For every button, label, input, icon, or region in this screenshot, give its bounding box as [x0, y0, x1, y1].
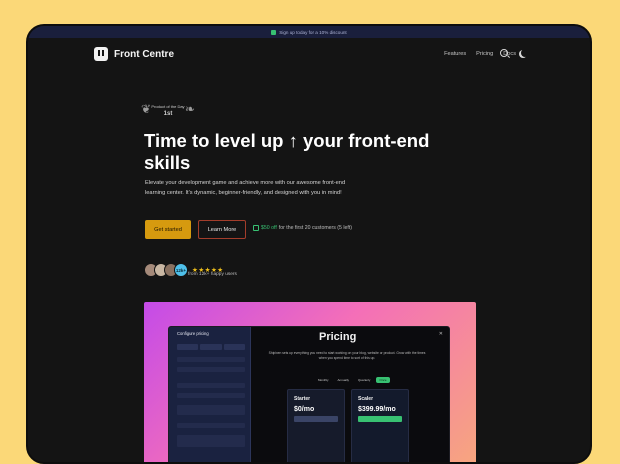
toggle-once: Once: [376, 377, 390, 383]
hero-subtitle: Elevate your development game and achiev…: [145, 180, 346, 196]
config-row: [177, 357, 245, 362]
product-preview: Configure pricing ✕ Pricing Shipixen set…: [144, 302, 476, 462]
config-row: [177, 393, 245, 398]
pricing-subtitle: Shipixen sets up everything you need to …: [268, 351, 426, 360]
get-started-button[interactable]: Get started: [145, 220, 191, 239]
plan-price: $399.99/mo: [358, 406, 396, 413]
announcement-text: Sign up today for a 10% discount: [279, 29, 347, 35]
laurel-left-icon: ❦: [141, 102, 152, 116]
config-row: [177, 367, 245, 372]
happy-users-text: from 12k+ happy users: [188, 272, 237, 277]
plan-price: $0/mo: [294, 406, 315, 413]
pricing-title: Pricing: [319, 331, 357, 343]
plan-button: [358, 416, 402, 422]
close-icon: ✕: [438, 331, 443, 337]
plan-card-starter: Starter $0/mo: [287, 389, 345, 462]
gift-icon: [253, 225, 259, 231]
config-row: [177, 435, 245, 447]
config-row: [177, 383, 245, 388]
promo-detail: for the first 20 customers (5 left): [278, 225, 353, 231]
config-panel: Configure pricing: [169, 327, 251, 462]
plan-name: Scaler: [358, 396, 374, 402]
app-window: Sign up today for a 10% discount Front C…: [26, 24, 592, 464]
search-icon[interactable]: [500, 49, 508, 57]
logo-icon: [94, 47, 108, 61]
announcement-bar[interactable]: Sign up today for a 10% discount: [28, 26, 590, 38]
user-count-badge: 12k+: [174, 263, 188, 277]
plan-button: [294, 416, 338, 422]
toggle-annually: Annually: [337, 378, 350, 382]
learn-more-button[interactable]: Learn More: [198, 220, 246, 239]
toggle-quarterly: Quarterly: [358, 378, 371, 382]
brand-name: Front Centre: [114, 48, 174, 60]
gift-icon: [271, 29, 277, 35]
hero-headline: Time to level up ↑ your front-end skills: [144, 130, 430, 173]
laurel-right-icon: ❧: [184, 102, 195, 116]
promo-text: $50 off for the first 20 customers (5 le…: [253, 225, 352, 231]
preview-window: Configure pricing ✕ Pricing Shipixen set…: [168, 326, 450, 462]
config-row: [177, 423, 245, 428]
nav-link-pricing[interactable]: Pricing: [476, 51, 493, 57]
toggle-monthly: Monthly: [318, 378, 329, 382]
billing-toggle: Monthly Annually Quarterly Once: [315, 377, 390, 383]
brand-logo[interactable]: Front Centre: [94, 47, 174, 61]
plan-card-scaler: Scaler $399.99/mo: [351, 389, 409, 462]
moon-icon[interactable]: [521, 49, 529, 57]
product-of-day-badge: ❦ Product of the Day 1st ❧: [141, 100, 195, 122]
config-tabs: [177, 344, 245, 350]
plan-name: Starter: [294, 396, 311, 402]
nav-link-features[interactable]: Features: [444, 51, 466, 57]
config-panel-title: Configure pricing: [177, 331, 209, 336]
navbar: Front Centre Features Pricing Docs: [28, 38, 590, 68]
config-row: [177, 405, 245, 415]
promo-offer: $50 off: [261, 225, 277, 231]
nav-icons: [500, 49, 526, 57]
